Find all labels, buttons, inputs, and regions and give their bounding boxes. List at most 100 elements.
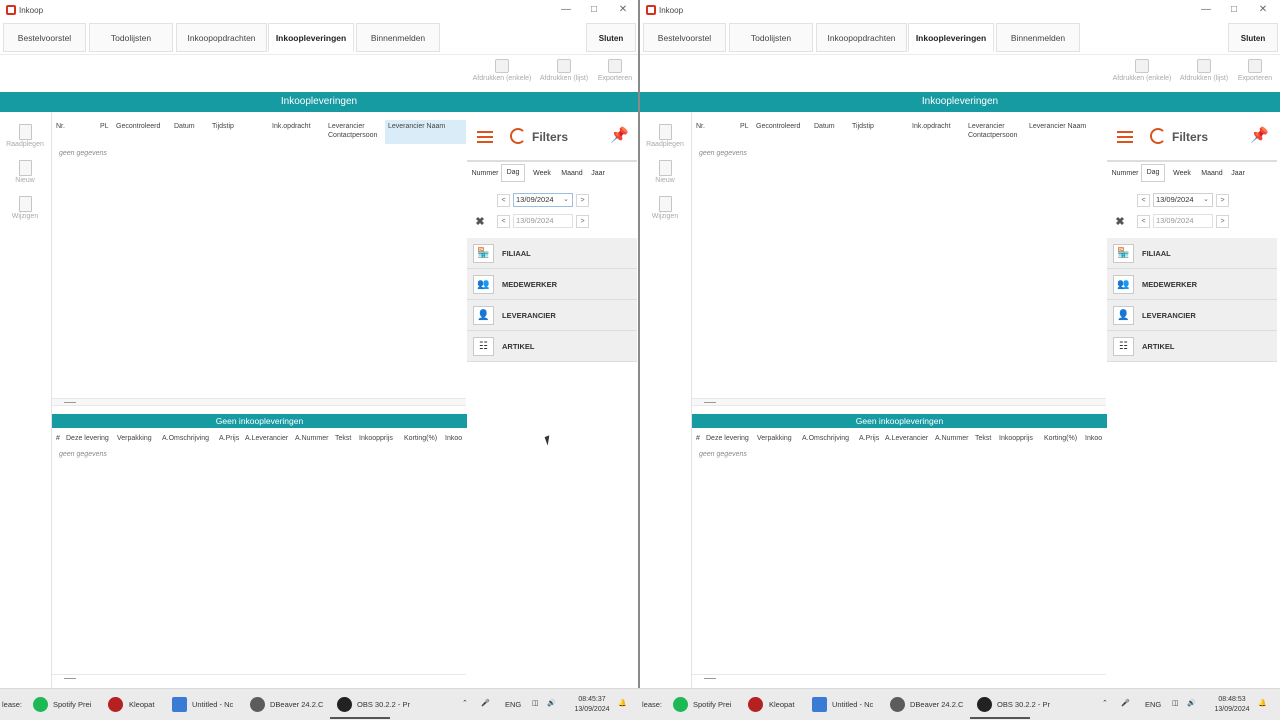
kleopatra-icon[interactable]: [748, 697, 763, 712]
detail-column-header[interactable]: Inkoopprijs: [999, 435, 1033, 442]
chevron-up-icon[interactable]: ⌃: [462, 699, 468, 709]
refresh-icon[interactable]: [510, 128, 526, 144]
filter-medewerker[interactable]: 👥 MEDEWERKER: [467, 269, 637, 300]
spotify-icon[interactable]: [673, 697, 688, 712]
minimize-icon[interactable]: —: [556, 3, 576, 17]
deliveries-grid[interactable]: Nr. PL Gecontroleerd Datum Tijdstip Ink.…: [692, 118, 1106, 398]
menu-icon[interactable]: [477, 131, 493, 143]
maximize-icon[interactable]: □: [1224, 3, 1244, 17]
prev-date-button[interactable]: <: [1137, 194, 1150, 207]
tab-bestelvoorstel[interactable]: Bestelvoorstel: [3, 23, 86, 52]
column-header[interactable]: Datum: [174, 122, 195, 131]
tab-binnenmelden[interactable]: Binnenmelden: [356, 23, 440, 52]
language-indicator[interactable]: ENG: [1145, 689, 1161, 720]
tab-inkoopopdrachten[interactable]: Inkoopopdrachten: [816, 23, 907, 52]
detail-column-header[interactable]: #: [696, 435, 700, 442]
close-icon[interactable]: ✕: [613, 3, 633, 17]
filter-leverancier[interactable]: 👤 LEVERANCIER: [1107, 300, 1277, 331]
detail-column-header[interactable]: Inkoopprijs: [359, 435, 393, 442]
scrollbar[interactable]: [52, 674, 466, 682]
detail-column-header[interactable]: A.Nummer: [935, 435, 968, 442]
detail-column-header[interactable]: Inkoo: [1085, 435, 1106, 442]
print-single-button[interactable]: Afdrukken (enkele): [1110, 59, 1174, 91]
filter-artikel[interactable]: ☷ ARTIKEL: [1107, 331, 1277, 362]
language-indicator[interactable]: ENG: [505, 689, 521, 720]
pin-icon[interactable]: 📌: [1250, 126, 1269, 144]
period-tab-jaar[interactable]: Jaar: [1228, 166, 1248, 182]
detail-column-header[interactable]: Deze levering: [66, 435, 109, 442]
microphone-icon[interactable]: 🎤: [481, 699, 490, 709]
maximize-icon[interactable]: □: [584, 3, 604, 17]
network-icon[interactable]: ◫: [1172, 699, 1179, 709]
new-button[interactable]: Nieuw: [0, 160, 50, 184]
detail-column-header[interactable]: #: [56, 435, 60, 442]
detail-column-header[interactable]: A.Prijs: [219, 435, 239, 442]
edit-button[interactable]: Wijzigen: [0, 196, 50, 220]
detail-column-header[interactable]: A.Leverancier: [885, 435, 928, 442]
prev-date-to-button[interactable]: <: [1137, 215, 1150, 228]
export-button[interactable]: Exporteren: [594, 59, 636, 91]
detail-column-header[interactable]: Verpakking: [757, 435, 792, 442]
view-button[interactable]: Raadplegen: [0, 124, 50, 148]
tab-todolijsten[interactable]: Todolijsten: [729, 23, 813, 52]
period-tab-dag[interactable]: Dag: [501, 164, 525, 182]
taskbar-app[interactable]: Kleopat: [129, 689, 154, 720]
column-header[interactable]: PL: [740, 122, 749, 131]
next-date-to-button[interactable]: >: [1216, 215, 1229, 228]
kleopatra-icon[interactable]: [108, 697, 123, 712]
view-button[interactable]: Raadplegen: [640, 124, 690, 148]
detail-column-header[interactable]: A.Nummer: [295, 435, 328, 442]
network-icon[interactable]: ◫: [532, 699, 539, 709]
close-icon[interactable]: ✕: [1253, 3, 1273, 17]
dbeaver-icon[interactable]: [890, 697, 905, 712]
taskbar-app[interactable]: Untitled - Nc: [832, 689, 873, 720]
filter-medewerker[interactable]: 👥 MEDEWERKER: [1107, 269, 1277, 300]
notification-bell-icon[interactable]: 🔔: [1258, 699, 1267, 709]
splitter[interactable]: [52, 398, 466, 406]
period-tab-nummer[interactable]: Nummer: [470, 166, 500, 182]
column-header[interactable]: Ink.opdracht: [912, 122, 951, 131]
volume-icon[interactable]: 🔊: [1187, 699, 1196, 709]
close-button[interactable]: Sluten: [1228, 23, 1278, 52]
tab-inkoopleveringen[interactable]: Inkoopleveringen: [268, 23, 354, 52]
splitter[interactable]: [692, 398, 1106, 406]
period-tab-week[interactable]: Week: [529, 166, 555, 182]
tab-inkoopleveringen[interactable]: Inkoopleveringen: [908, 23, 994, 52]
refresh-icon[interactable]: [1150, 128, 1166, 144]
detail-column-header[interactable]: A.Prijs: [859, 435, 879, 442]
column-header[interactable]: Gecontroleerd: [756, 122, 800, 131]
period-tab-jaar[interactable]: Jaar: [588, 166, 608, 182]
date-to-field[interactable]: 13/09/2024: [513, 214, 573, 228]
taskbar-app[interactable]: OBS 30.2.2 - Pr: [997, 689, 1050, 720]
column-header[interactable]: Leverancier Contactpersoon: [968, 122, 1026, 140]
minimize-icon[interactable]: —: [1196, 3, 1216, 17]
taskbar-app[interactable]: Kleopat: [769, 689, 794, 720]
date-from-field[interactable]: 13/09/2024 ⌄: [513, 193, 573, 207]
notepad-icon[interactable]: [172, 697, 187, 712]
prev-date-button[interactable]: <: [497, 194, 510, 207]
tab-inkoopopdrachten[interactable]: Inkoopopdrachten: [176, 23, 267, 52]
obs-icon[interactable]: [337, 697, 352, 712]
date-to-field[interactable]: 13/09/2024: [1153, 214, 1213, 228]
column-header[interactable]: Tijdstip: [212, 122, 234, 131]
taskbar-app[interactable]: Untitled - Nc: [192, 689, 233, 720]
edit-button[interactable]: Wijzigen: [640, 196, 690, 220]
clock[interactable]: 08:48:53 13/09/2024: [1210, 695, 1254, 715]
tab-todolijsten[interactable]: Todolijsten: [89, 23, 173, 52]
export-button[interactable]: Exporteren: [1234, 59, 1276, 91]
menu-icon[interactable]: [1117, 131, 1133, 143]
column-header[interactable]: Gecontroleerd: [116, 122, 160, 131]
period-tab-week[interactable]: Week: [1169, 166, 1195, 182]
next-date-to-button[interactable]: >: [576, 215, 589, 228]
filter-artikel[interactable]: ☷ ARTIKEL: [467, 331, 637, 362]
tab-binnenmelden[interactable]: Binnenmelden: [996, 23, 1080, 52]
prev-date-to-button[interactable]: <: [497, 215, 510, 228]
volume-icon[interactable]: 🔊: [547, 699, 556, 709]
clear-icon[interactable]: ✖: [473, 215, 487, 229]
obs-icon[interactable]: [977, 697, 992, 712]
close-button[interactable]: Sluten: [586, 23, 636, 52]
detail-column-header[interactable]: A.Leverancier: [245, 435, 288, 442]
column-header[interactable]: Tijdstip: [852, 122, 874, 131]
taskbar-app[interactable]: OBS 30.2.2 - Pr: [357, 689, 410, 720]
column-header[interactable]: Ink.opdracht: [272, 122, 311, 131]
